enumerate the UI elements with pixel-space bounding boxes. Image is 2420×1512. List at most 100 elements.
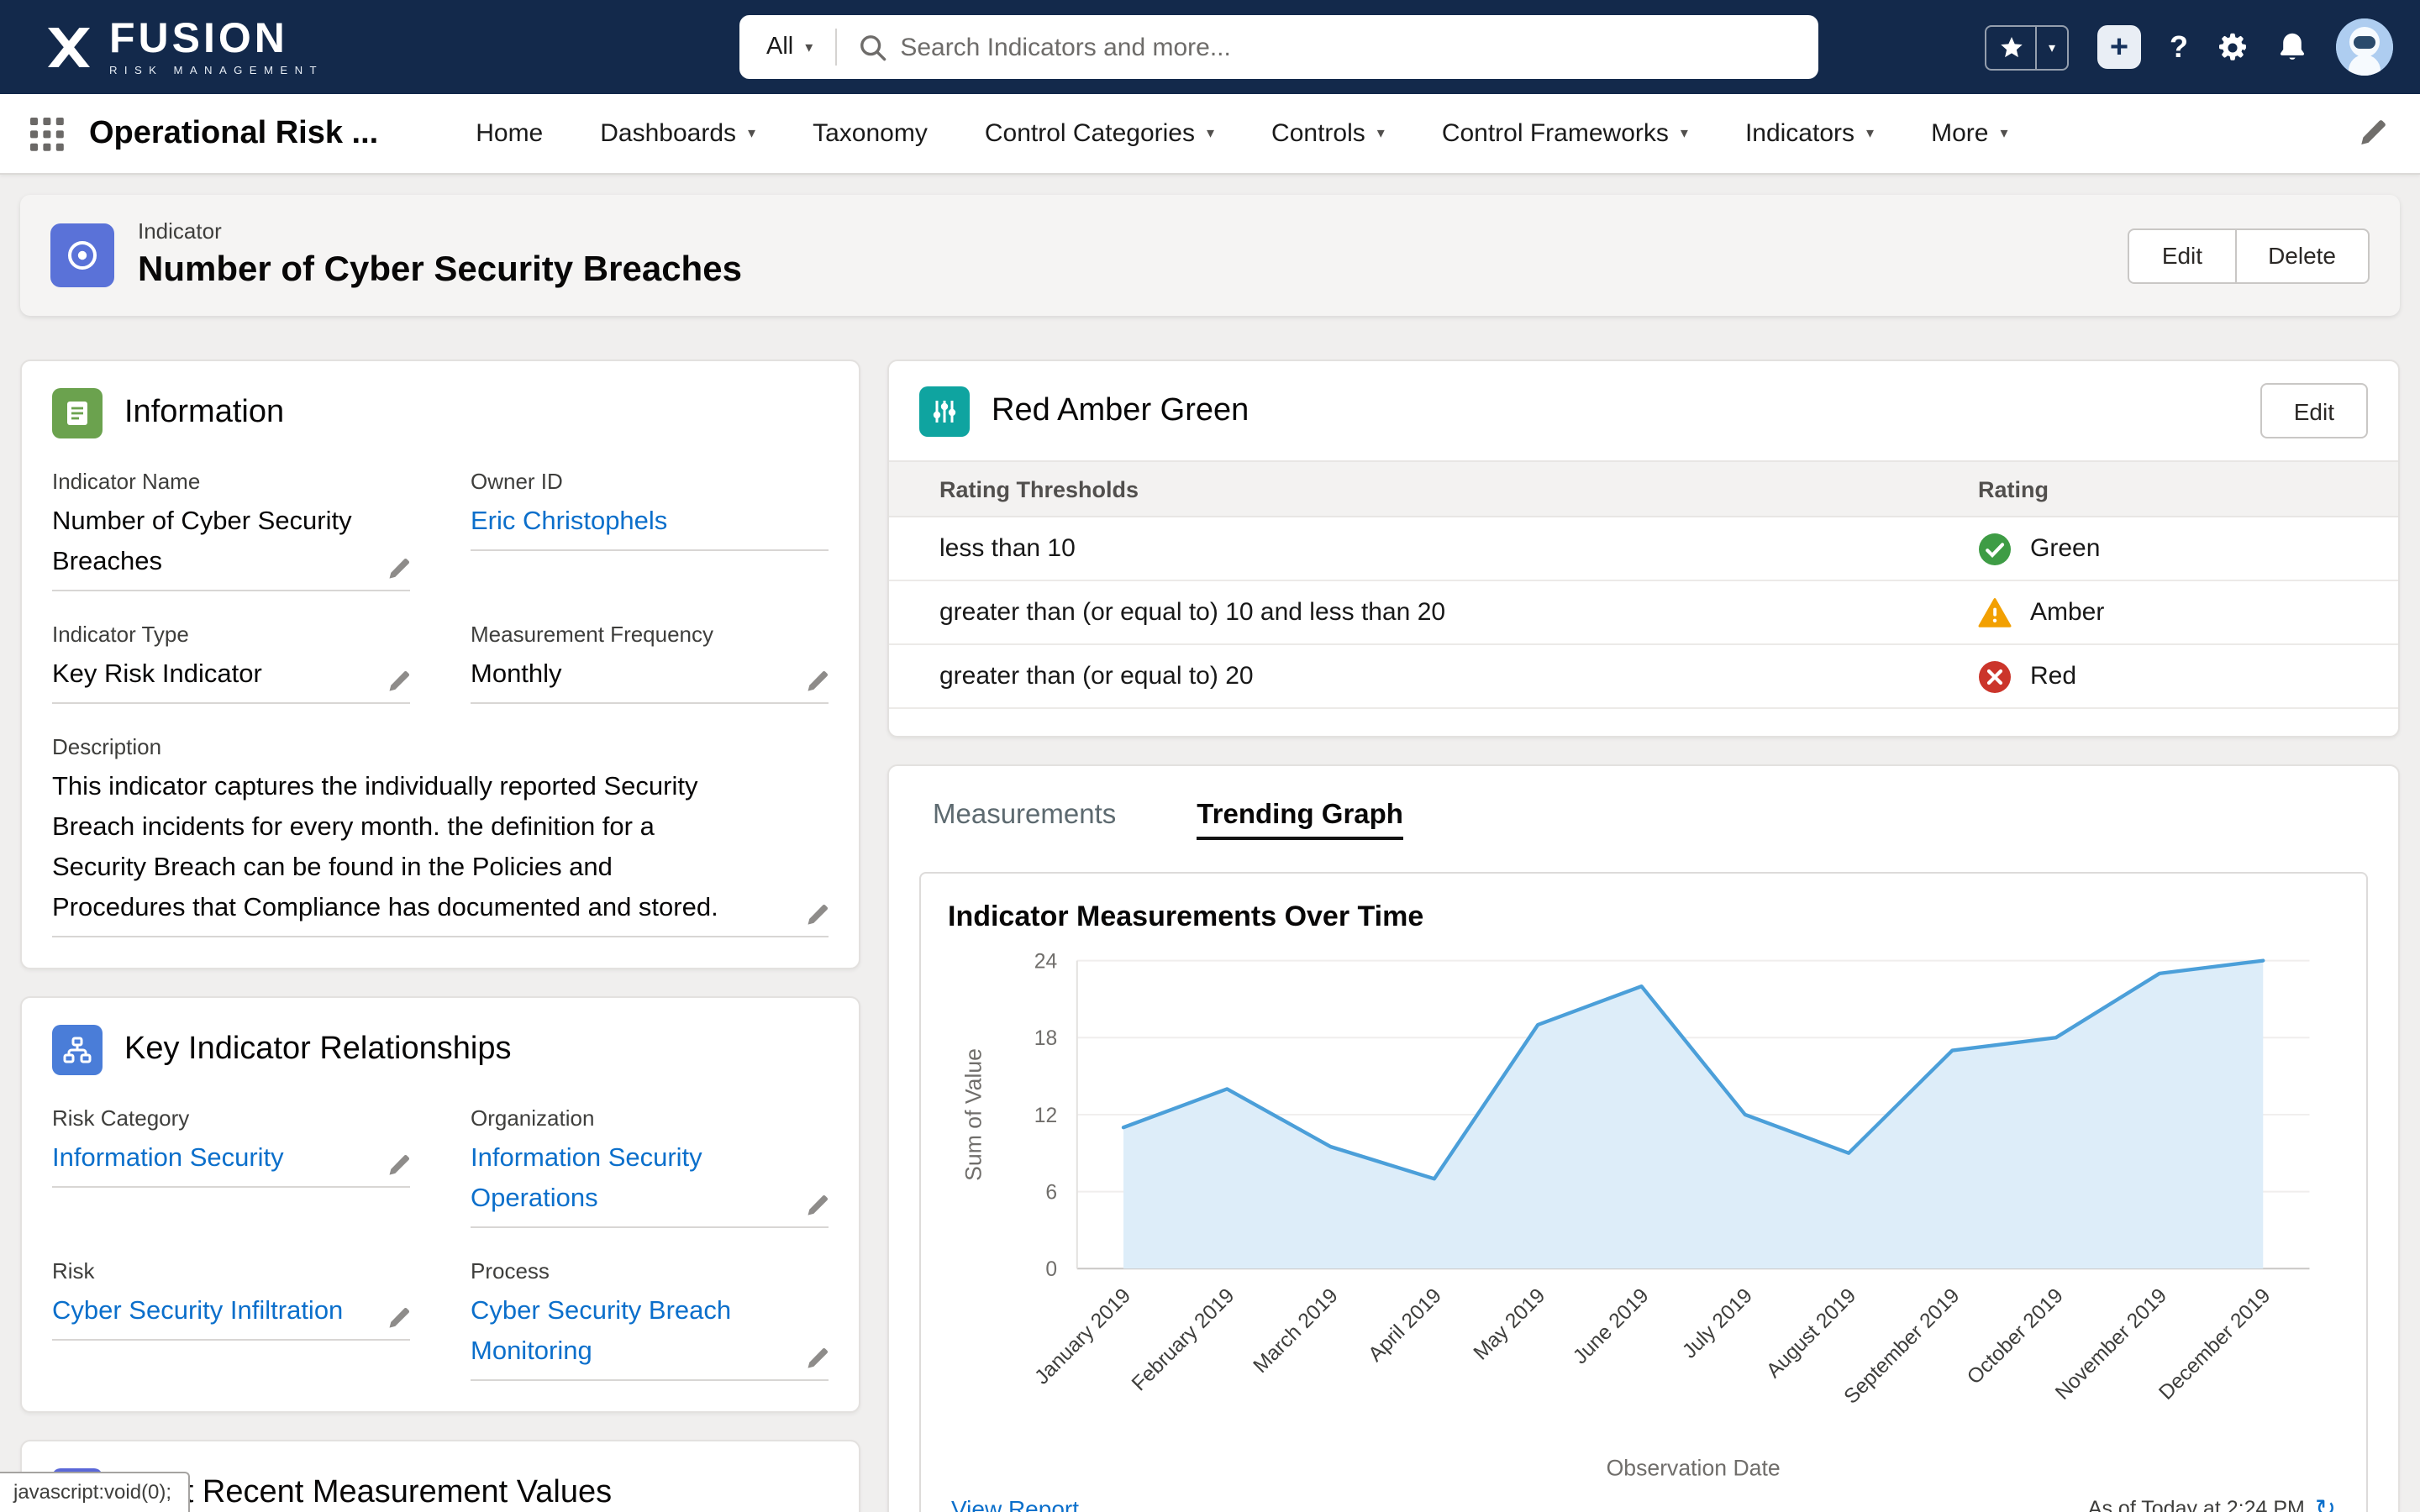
svg-text:February 2019: February 2019 [1128,1284,1239,1395]
edit-pencil-icon[interactable] [387,1154,410,1178]
field-value: Key Risk Indicator [52,655,262,696]
svg-text:12: 12 [1034,1105,1057,1127]
edit-pencil-icon[interactable] [805,1194,829,1218]
edit-pencil-icon[interactable] [387,558,410,581]
information-card-header: Information [22,361,859,459]
field-indicator-type: Indicator Type Key Risk Indicator [52,622,410,704]
edit-navigation-pencil-icon[interactable] [2358,119,2386,148]
delete-button[interactable]: Delete [2234,228,2370,283]
global-search: All ▾ [739,15,1818,79]
field-label: Indicator Name [52,469,410,494]
nav-item-label: Control Categories [985,119,1195,148]
field-process: Process Cyber Security Breach Monitoring [471,1258,829,1381]
fusion-x-icon [44,24,94,70]
nav-item-label: Controls [1271,119,1365,148]
user-avatar[interactable] [2336,18,2393,76]
field-measurement-frequency: Measurement Frequency Monthly [471,622,829,704]
nav-item-home[interactable]: Home [476,119,543,148]
refresh-icon[interactable]: ↻ [2315,1496,2336,1512]
search-input[interactable] [900,33,1818,61]
nav-tabs: Home Dashboards▾ Taxonomy Control Categorie… [476,119,2338,148]
information-card: Information Indicator Name Number of Cyb… [20,360,860,969]
nav-item-controls[interactable]: Controls▾ [1271,119,1385,148]
svg-text:June 2019: June 2019 [1569,1284,1653,1368]
field-description: Description This indicator captures the … [52,734,829,937]
organization-link[interactable]: Information Security Operations [471,1139,792,1220]
notifications-bell-button[interactable] [2277,30,2307,64]
rag-card-header: Red Amber Green Edit [889,361,2398,460]
risk-link[interactable]: Cyber Security Infiltration [52,1292,343,1332]
owner-link[interactable]: Eric Christophels [471,502,667,543]
svg-text:October 2019: October 2019 [1963,1284,2068,1389]
nav-item-control-categories[interactable]: Control Categories ▾ [985,119,1214,148]
rating-label: Amber [2030,598,2104,627]
record-type-label: Indicator [138,219,742,244]
svg-text:6: 6 [1045,1181,1057,1204]
hierarchy-icon [52,1025,103,1075]
favorites-star-icon[interactable] [1985,24,2037,70]
rag-threshold-row: greater than (or equal to) 10 and less t… [889,581,2398,645]
bell-icon [2277,30,2307,64]
red-amber-green-card: Red Amber Green Edit Rating Thresholds R… [887,360,2400,738]
brand-subtitle: RISK MANAGEMENT [109,65,324,76]
svg-text:Observation Date: Observation Date [1607,1456,1781,1481]
relationship-fields: Risk Category Information Security Organ… [22,1095,859,1411]
main-content: Indicator Number of Cyber Security Breac… [0,175,2420,1512]
record-titles: Indicator Number of Cyber Security Breac… [138,219,742,291]
help-button[interactable]: ? [2170,29,2188,65]
rating-label: Red [2030,662,2076,690]
threshold-text: greater than (or equal to) 20 [889,662,1978,690]
chevron-down-icon: ▾ [1207,124,1214,143]
edit-pencil-icon[interactable] [805,1347,829,1371]
nav-item-control-frameworks[interactable]: Control Frameworks▾ [1442,119,1688,148]
favorites-caret-icon[interactable]: ▾ [2037,24,2069,70]
chevron-down-icon: ▾ [748,124,755,143]
field-label: Indicator Type [52,622,410,647]
trending-chart-card: Indicator Measurements Over Time 0612182… [919,872,2368,1512]
fusion-logo[interactable]: FUSION RISK MANAGEMENT [0,18,324,76]
nav-item-more[interactable]: More▾ [1931,119,2007,148]
svg-text:24: 24 [1034,950,1057,973]
setup-gear-button[interactable] [2217,31,2249,63]
app-launcher-waffle-icon[interactable] [30,117,64,150]
edit-pencil-icon[interactable] [805,670,829,694]
nav-item-dashboards[interactable]: Dashboards▾ [600,119,755,148]
field-value: Number of Cyber Security Breaches [52,502,373,583]
chart-footer: View Report As of Today at 2:24 PM ↻ [948,1492,2339,1512]
threshold-column-header: Rating Thresholds [889,476,1978,501]
app-navigation: Operational Risk ... HomeDashboards▾Taxo… [0,94,2420,175]
measurements-tab-card: Measurements Trending Graph Indicator Me… [887,764,2400,1512]
edit-pencil-icon[interactable] [387,670,410,694]
as-of-timestamp: As of Today at 2:24 PM [2088,1497,2305,1512]
nav-item-indicators[interactable]: Indicators▾ [1745,119,1874,148]
field-label: Process [471,1258,829,1284]
edit-pencil-icon[interactable] [805,904,829,927]
card-title: Most Recent Measurement Values [124,1475,612,1512]
process-link[interactable]: Cyber Security Breach Monitoring [471,1292,792,1373]
left-column: Information Indicator Name Number of Cyb… [20,360,860,1512]
edit-button[interactable]: Edit [2128,228,2236,283]
threshold-text: greater than (or equal to) 10 and less t… [889,598,1978,627]
field-indicator-name: Indicator Name Number of Cyber Security … [52,469,410,591]
quick-add-button[interactable]: + [2097,25,2141,69]
tab-measurements[interactable]: Measurements [933,800,1116,832]
rag-table-body: less than 10Greengreater than (or equal … [889,517,2398,709]
risk-category-link[interactable]: Information Security [52,1139,284,1179]
tab-trending-graph[interactable]: Trending Graph [1197,800,1403,840]
question-mark-icon: ? [2170,29,2188,65]
chevron-down-icon: ▾ [1681,124,1688,143]
nav-item-taxonomy[interactable]: Taxonomy [813,119,928,148]
card-title: Red Amber Green [992,392,1249,429]
view-report-link[interactable]: View Report [951,1495,1079,1512]
search-scope-button[interactable]: All ▾ [739,29,836,66]
search-scope-label: All [766,34,793,60]
nav-item-label: Indicators [1745,119,1854,148]
chevron-down-icon: ▾ [2000,124,2007,143]
record-header: Indicator Number of Cyber Security Breac… [20,195,2400,316]
edit-pencil-icon[interactable] [387,1307,410,1331]
relationships-card: Key Indicator Relationships Risk Categor… [20,996,860,1413]
rag-edit-button[interactable]: Edit [2260,383,2368,438]
amber-status-icon [1978,596,2012,629]
field-label: Risk [52,1258,410,1284]
app-viewport: FUSION RISK MANAGEMENT All ▾ ▾ + ? [0,0,2420,1512]
